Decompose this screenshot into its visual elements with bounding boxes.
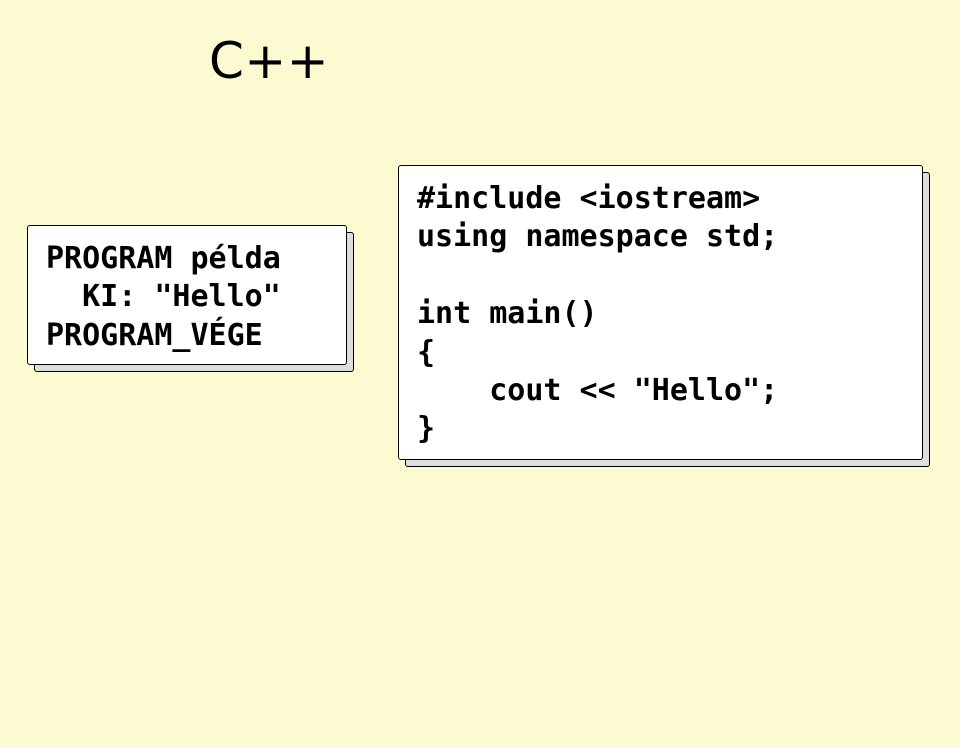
slide-title: C++: [209, 32, 329, 90]
cpp-code-text: #include <iostream> using namespace std;…: [417, 180, 904, 449]
pseudocode-text: PROGRAM példa KI: "Hello" PROGRAM_VÉGE: [46, 240, 328, 355]
pseudocode-panel: PROGRAM példa KI: "Hello" PROGRAM_VÉGE: [27, 225, 347, 365]
cpp-code-box: #include <iostream> using namespace std;…: [398, 165, 923, 460]
pseudocode-box: PROGRAM példa KI: "Hello" PROGRAM_VÉGE: [27, 225, 347, 365]
cpp-code-panel: #include <iostream> using namespace std;…: [398, 165, 923, 460]
